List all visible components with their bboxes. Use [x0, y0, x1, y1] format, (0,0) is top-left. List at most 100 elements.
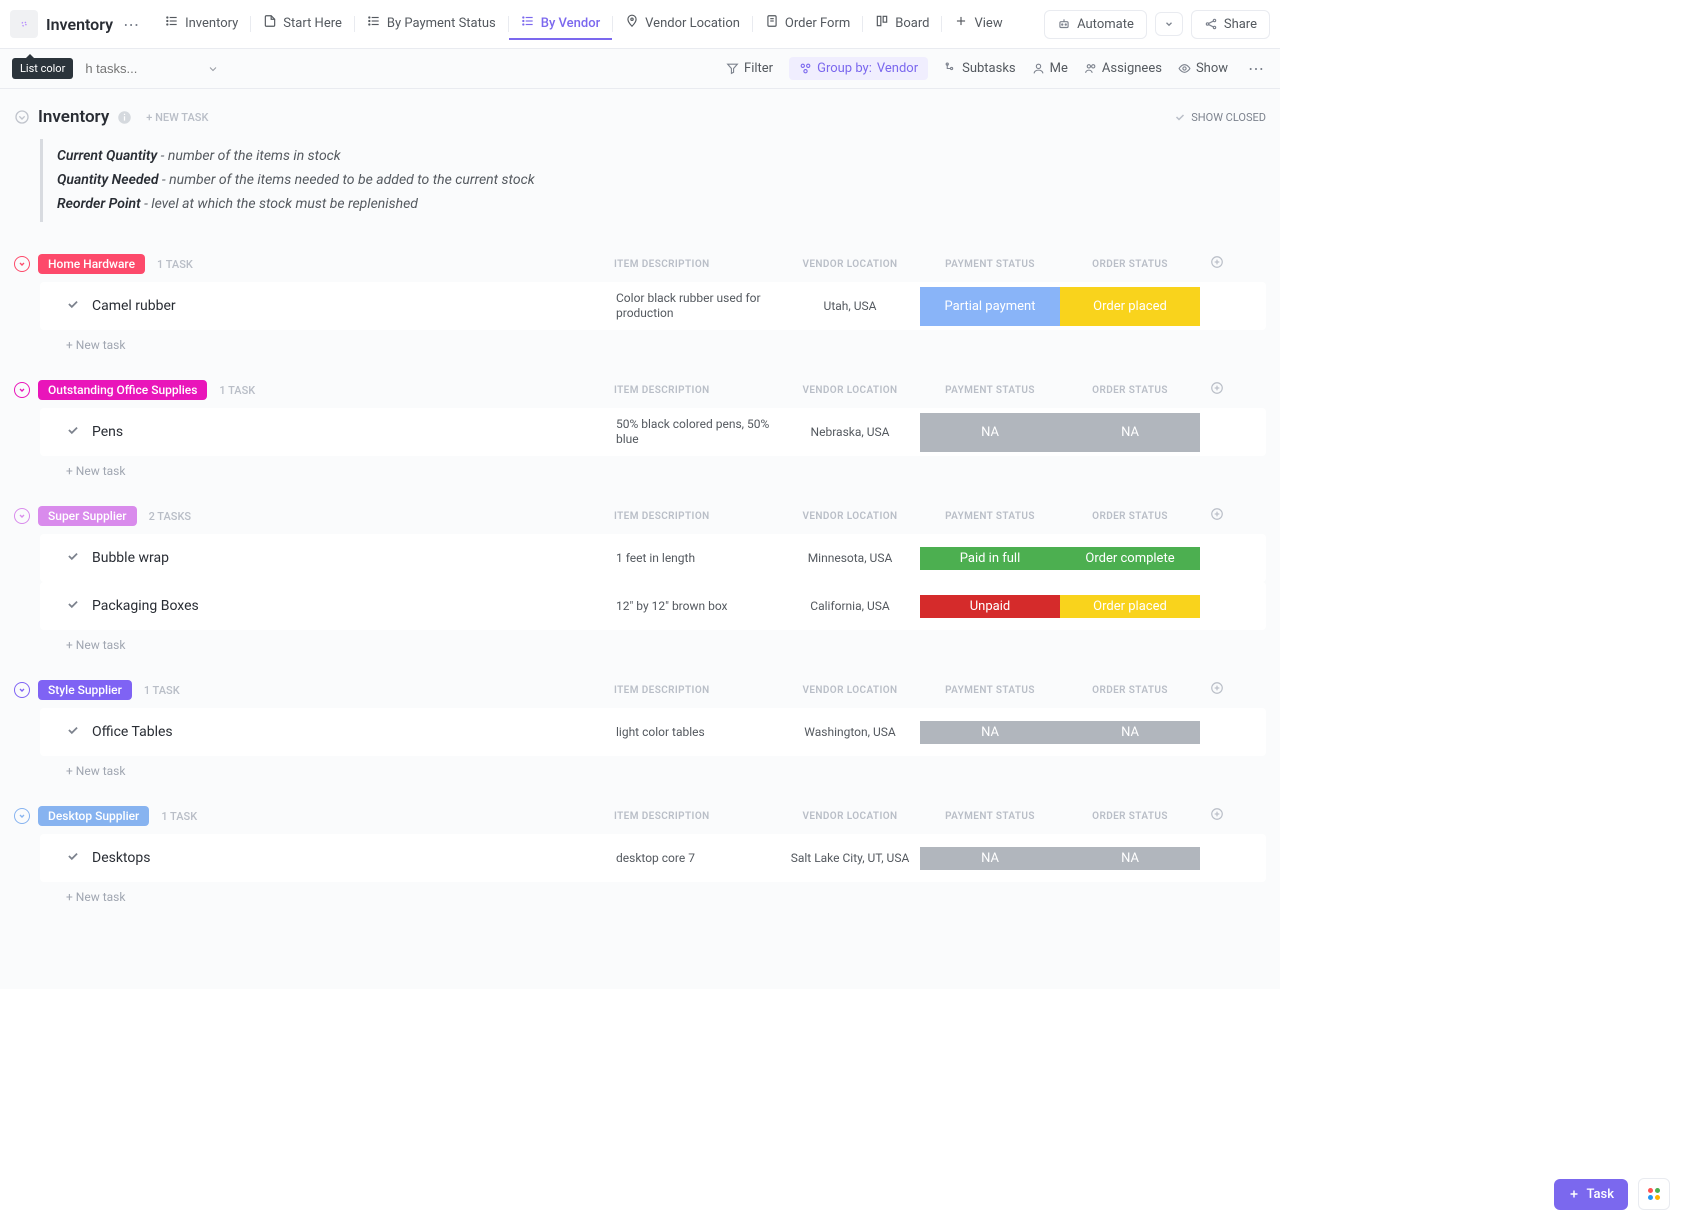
tab-view[interactable]: View	[942, 8, 1014, 40]
cell-order-status[interactable]: Order placed	[1060, 287, 1200, 326]
collapse-group-button[interactable]	[14, 682, 30, 698]
cell-payment-status[interactable]: NA	[920, 847, 1060, 871]
me-button[interactable]: Me	[1032, 61, 1068, 76]
task-row[interactable]: Camel rubber Color black rubber used for …	[40, 282, 1266, 330]
cell-location[interactable]: Nebraska, USA	[780, 413, 920, 452]
list-color-button[interactable]	[10, 10, 38, 38]
show-closed-button[interactable]: SHOW CLOSED	[1174, 111, 1266, 124]
share-button[interactable]: Share	[1191, 10, 1270, 39]
group-name-pill[interactable]: Outstanding Office Supplies	[38, 380, 207, 400]
task-row[interactable]: Packaging Boxes 12" by 12" brown boxCalif…	[40, 582, 1266, 630]
show-button[interactable]: Show	[1178, 61, 1228, 76]
group-name-pill[interactable]: Style Supplier	[38, 680, 132, 700]
new-task-row-button[interactable]: + New task	[14, 756, 1266, 778]
tab-board[interactable]: Board	[863, 8, 941, 40]
cell-description[interactable]: Color black rubber used for production	[610, 287, 780, 326]
col-header-pay[interactable]: PAYMENT STATUS	[920, 385, 1060, 396]
new-task-header-button[interactable]: + NEW TASK	[146, 111, 208, 124]
filter-button[interactable]: Filter	[726, 61, 773, 76]
task-row[interactable]: Office Tables light color tablesWashingto…	[40, 708, 1266, 756]
task-name[interactable]: Office Tables	[92, 724, 512, 740]
chevron-down-icon[interactable]	[207, 63, 219, 75]
cell-payment-status[interactable]: Paid in full	[920, 547, 1060, 571]
apps-button[interactable]	[1638, 1178, 1670, 1210]
add-column-button[interactable]	[1208, 681, 1226, 699]
collapse-group-button[interactable]	[14, 808, 30, 824]
info-icon[interactable]	[117, 110, 132, 125]
col-header-loc[interactable]: VENDOR LOCATION	[780, 685, 920, 696]
tab-order-form[interactable]: Order Form	[753, 8, 862, 40]
new-task-row-button[interactable]: + New task	[14, 330, 1266, 352]
more-options-button[interactable]: ⋯	[1244, 59, 1268, 78]
automate-button[interactable]: Automate	[1044, 10, 1147, 39]
cell-location[interactable]: Salt Lake City, UT, USA	[780, 847, 920, 871]
task-status-button[interactable]	[66, 597, 80, 615]
new-task-row-button[interactable]: + New task	[14, 882, 1266, 904]
add-column-button[interactable]	[1208, 507, 1226, 525]
collapse-group-button[interactable]	[14, 508, 30, 524]
search-area[interactable]	[85, 61, 219, 76]
col-header-pay[interactable]: PAYMENT STATUS	[920, 811, 1060, 822]
col-header-order[interactable]: ORDER STATUS	[1060, 811, 1200, 822]
task-status-button[interactable]	[66, 423, 80, 441]
new-task-row-button[interactable]: + New task	[14, 630, 1266, 652]
col-header-desc[interactable]: ITEM DESCRIPTION	[610, 385, 780, 396]
col-header-desc[interactable]: ITEM DESCRIPTION	[610, 259, 780, 270]
cell-order-status[interactable]: Order complete	[1060, 547, 1200, 571]
cell-payment-status[interactable]: Unpaid	[920, 595, 1060, 619]
task-name[interactable]: Camel rubber	[92, 298, 512, 314]
col-header-order[interactable]: ORDER STATUS	[1060, 385, 1200, 396]
task-status-button[interactable]	[66, 723, 80, 741]
task-status-button[interactable]	[66, 549, 80, 567]
add-column-button[interactable]	[1208, 381, 1226, 399]
col-header-pay[interactable]: PAYMENT STATUS	[920, 259, 1060, 270]
task-name[interactable]: Pens	[92, 424, 512, 440]
assignees-button[interactable]: Assignees	[1084, 61, 1162, 76]
collapse-group-button[interactable]	[14, 382, 30, 398]
cell-description[interactable]: 1 feet in length	[610, 547, 780, 571]
tab-inventory[interactable]: Inventory	[153, 8, 250, 40]
cell-order-status[interactable]: NA	[1060, 721, 1200, 745]
cell-payment-status[interactable]: Partial payment	[920, 287, 1060, 326]
col-header-order[interactable]: ORDER STATUS	[1060, 685, 1200, 696]
collapse-group-button[interactable]	[14, 256, 30, 272]
col-header-pay[interactable]: PAYMENT STATUS	[920, 685, 1060, 696]
group-name-pill[interactable]: Super Supplier	[38, 506, 137, 526]
cell-location[interactable]: Washington, USA	[780, 721, 920, 745]
collapse-all-icon[interactable]	[14, 109, 30, 125]
cell-order-status[interactable]: NA	[1060, 413, 1200, 452]
new-task-fab[interactable]: Task	[1554, 1179, 1628, 1210]
col-header-order[interactable]: ORDER STATUS	[1060, 511, 1200, 522]
task-name[interactable]: Packaging Boxes	[92, 598, 512, 614]
task-row[interactable]: Bubble wrap 1 feet in lengthMinnesota, US…	[40, 534, 1266, 582]
col-header-loc[interactable]: VENDOR LOCATION	[780, 259, 920, 270]
col-header-loc[interactable]: VENDOR LOCATION	[780, 811, 920, 822]
cell-order-status[interactable]: NA	[1060, 847, 1200, 871]
col-header-pay[interactable]: PAYMENT STATUS	[920, 511, 1060, 522]
cell-location[interactable]: California, USA	[780, 595, 920, 619]
subtasks-button[interactable]: Subtasks	[944, 61, 1016, 76]
tab-start-here[interactable]: Start Here	[251, 8, 354, 40]
add-column-button[interactable]	[1208, 807, 1226, 825]
tab-vendor-location[interactable]: Vendor Location	[613, 8, 752, 40]
task-status-button[interactable]	[66, 849, 80, 867]
group-name-pill[interactable]: Home Hardware	[38, 254, 145, 274]
cell-location[interactable]: Minnesota, USA	[780, 547, 920, 571]
task-name[interactable]: Bubble wrap	[92, 550, 512, 566]
col-header-order[interactable]: ORDER STATUS	[1060, 259, 1200, 270]
cell-description[interactable]: 12" by 12" brown box	[610, 595, 780, 619]
automate-dropdown[interactable]	[1155, 12, 1183, 36]
group-name-pill[interactable]: Desktop Supplier	[38, 806, 149, 826]
col-header-loc[interactable]: VENDOR LOCATION	[780, 511, 920, 522]
cell-description[interactable]: 50% black colored pens, 50% blue	[610, 413, 780, 452]
add-column-button[interactable]	[1208, 255, 1226, 273]
cell-description[interactable]: desktop core 7	[610, 847, 780, 871]
task-status-button[interactable]	[66, 297, 80, 315]
cell-description[interactable]: light color tables	[610, 721, 780, 745]
tab-by-payment-status[interactable]: By Payment Status	[355, 8, 508, 40]
tab-by-vendor[interactable]: By Vendor	[509, 8, 612, 40]
new-task-row-button[interactable]: + New task	[14, 456, 1266, 478]
task-row[interactable]: Pens 50% black colored pens, 50% blueNebr…	[40, 408, 1266, 456]
task-row[interactable]: Desktopsdesktop core 7Salt Lake City, UT…	[40, 834, 1266, 882]
col-header-desc[interactable]: ITEM DESCRIPTION	[610, 811, 780, 822]
